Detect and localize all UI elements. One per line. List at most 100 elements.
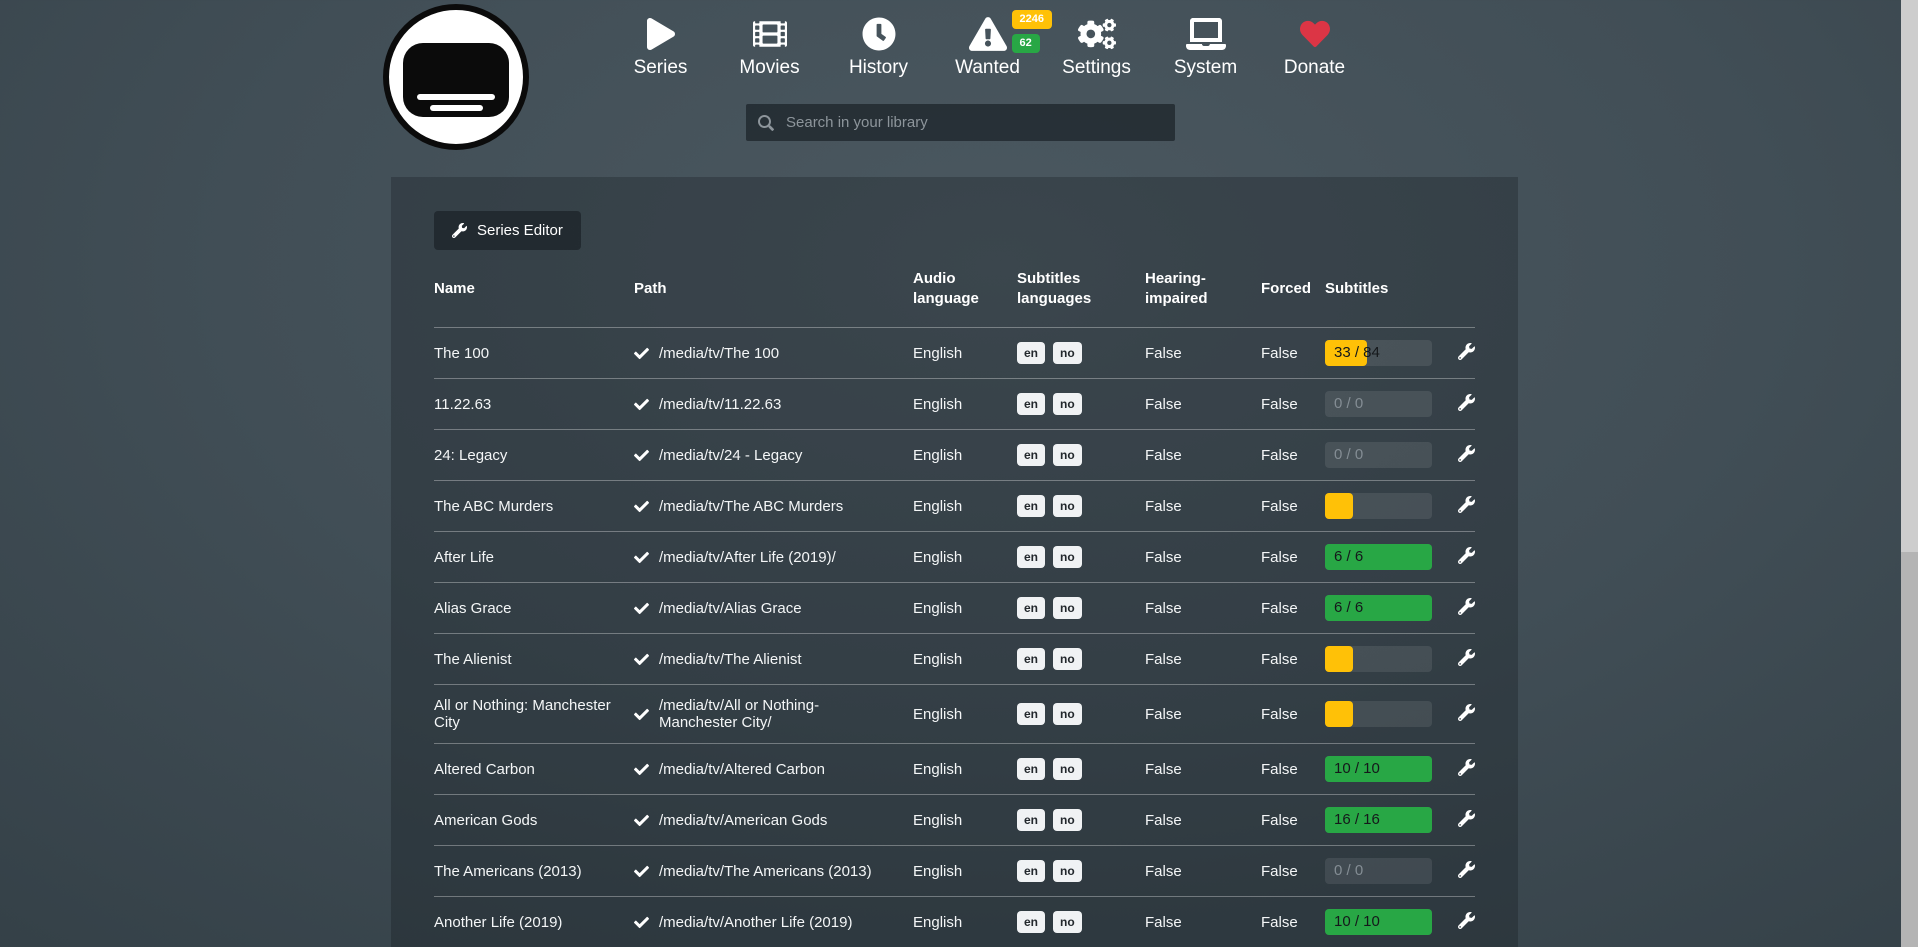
forced-value: False: [1261, 685, 1325, 744]
progress-label: 16 / 16: [1334, 807, 1380, 833]
series-name[interactable]: The 100: [434, 328, 634, 379]
language-badge-en: en: [1017, 546, 1045, 568]
series-path: /media/tv/The 100: [659, 345, 779, 362]
edit-series-button[interactable]: [1458, 496, 1475, 516]
nav-label: History: [849, 57, 908, 79]
series-name[interactable]: The ABC Murders: [434, 481, 634, 532]
table-row: Altered Carbon /media/tv/Altered Carbon …: [434, 744, 1475, 795]
subtitles-languages: enno: [1017, 379, 1145, 430]
col-header-subtitles: Subtitles: [1325, 263, 1450, 328]
series-table: Name Path Audio language Subtitles langu…: [434, 263, 1475, 947]
nav-item-history[interactable]: History: [824, 14, 933, 79]
edit-series-button[interactable]: [1458, 759, 1475, 779]
hearing-impaired-value: False: [1145, 583, 1261, 634]
check-icon: [634, 550, 649, 565]
edit-series-button[interactable]: [1458, 547, 1475, 567]
audio-language: English: [913, 685, 1017, 744]
nav-item-series[interactable]: Series: [606, 14, 715, 79]
series-name[interactable]: All or Nothing: Manchester City: [434, 685, 634, 744]
subtitles-languages: enno: [1017, 846, 1145, 897]
edit-series-button[interactable]: [1458, 810, 1475, 830]
edit-series-button[interactable]: [1458, 649, 1475, 669]
wrench-icon: [1458, 598, 1475, 615]
subtitles-progress-bar: 16 / 16: [1325, 807, 1432, 833]
table-row: After Life /media/tv/After Life (2019)/ …: [434, 532, 1475, 583]
check-icon: [634, 652, 649, 667]
edit-series-button[interactable]: [1458, 598, 1475, 618]
col-header-path: Path: [634, 263, 913, 328]
series-name[interactable]: Another Life (2019): [434, 897, 634, 947]
series-name[interactable]: 11.22.63: [434, 379, 634, 430]
play-icon: [647, 14, 675, 54]
top-header: Series Movies History 2246 62 Wanted: [0, 0, 1901, 177]
subtitles-languages: enno: [1017, 328, 1145, 379]
wrench-icon: [1458, 759, 1475, 776]
hearing-impaired-value: False: [1145, 379, 1261, 430]
wrench-icon: [1458, 704, 1475, 721]
scrollbar-thumb[interactable]: [1901, 0, 1918, 552]
col-header-hearing-impaired: Hearing-impaired: [1145, 263, 1261, 328]
series-path: /media/tv/The Americans (2013): [659, 863, 872, 880]
table-row: American Gods /media/tv/American Gods En…: [434, 795, 1475, 846]
series-name[interactable]: After Life: [434, 532, 634, 583]
warning-triangle-icon: [969, 14, 1007, 54]
progress-label: 33 / 84: [1334, 340, 1380, 366]
forced-value: False: [1261, 430, 1325, 481]
check-icon: [634, 346, 649, 361]
series-path: /media/tv/The Alienist: [659, 651, 802, 668]
edit-series-button[interactable]: [1458, 445, 1475, 465]
progress-label: 0 / 0: [1334, 858, 1363, 884]
progress-fill: [1325, 701, 1353, 727]
col-header-subtitles-languages: Subtitles languages: [1017, 263, 1145, 328]
nav-item-movies[interactable]: Movies: [715, 14, 824, 79]
edit-series-button[interactable]: [1458, 704, 1475, 724]
nav-item-system[interactable]: System: [1151, 14, 1260, 79]
series-name[interactable]: Alias Grace: [434, 583, 634, 634]
forced-value: False: [1261, 744, 1325, 795]
edit-series-button[interactable]: [1458, 861, 1475, 881]
series-name[interactable]: The Americans (2013): [434, 846, 634, 897]
language-badge-no: no: [1053, 393, 1082, 415]
subtitles-languages: enno: [1017, 685, 1145, 744]
language-badge-en: en: [1017, 809, 1045, 831]
audio-language: English: [913, 583, 1017, 634]
nav-label: System: [1174, 57, 1237, 79]
wrench-icon: [1458, 861, 1475, 878]
page-scrollbar[interactable]: [1901, 0, 1918, 947]
nav-item-donate[interactable]: Donate: [1260, 14, 1369, 79]
subtitles-progress-bar: 6 / 6: [1325, 544, 1432, 570]
wrench-icon: [1458, 810, 1475, 827]
audio-language: English: [913, 897, 1017, 947]
forced-value: False: [1261, 795, 1325, 846]
check-icon: [634, 813, 649, 828]
subtitles-progress-bar: 0 / 0: [1325, 442, 1432, 468]
forced-value: False: [1261, 532, 1325, 583]
edit-series-button[interactable]: [1458, 394, 1475, 414]
series-path: /media/tv/All or Nothing- Manchester Cit…: [659, 697, 901, 731]
progress-fill: [1325, 646, 1353, 672]
table-row: The 100 /media/tv/The 100 English enno F…: [434, 328, 1475, 379]
subtitles-languages: enno: [1017, 430, 1145, 481]
film-icon: [753, 14, 787, 54]
series-name[interactable]: 24: Legacy: [434, 430, 634, 481]
bazarr-logo[interactable]: [383, 4, 529, 150]
series-name[interactable]: American Gods: [434, 795, 634, 846]
language-badge-no: no: [1053, 703, 1082, 725]
edit-series-button[interactable]: [1458, 912, 1475, 932]
edit-series-button[interactable]: [1458, 343, 1475, 363]
table-row: All or Nothing: Manchester City /media/t…: [434, 685, 1475, 744]
library-search[interactable]: [746, 104, 1175, 141]
series-editor-button[interactable]: Series Editor: [434, 211, 581, 250]
progress-label: 0 / 0: [1334, 442, 1363, 468]
hearing-impaired-value: False: [1145, 481, 1261, 532]
progress-fill: [1325, 493, 1353, 519]
subtitles-languages: enno: [1017, 634, 1145, 685]
search-input[interactable]: [786, 114, 1163, 131]
nav-item-wanted[interactable]: 2246 62 Wanted: [933, 14, 1042, 79]
nav-label: Settings: [1062, 57, 1131, 79]
series-name[interactable]: Altered Carbon: [434, 744, 634, 795]
nav-item-settings[interactable]: Settings: [1042, 14, 1151, 79]
series-name[interactable]: The Alienist: [434, 634, 634, 685]
language-badge-en: en: [1017, 648, 1045, 670]
audio-language: English: [913, 379, 1017, 430]
